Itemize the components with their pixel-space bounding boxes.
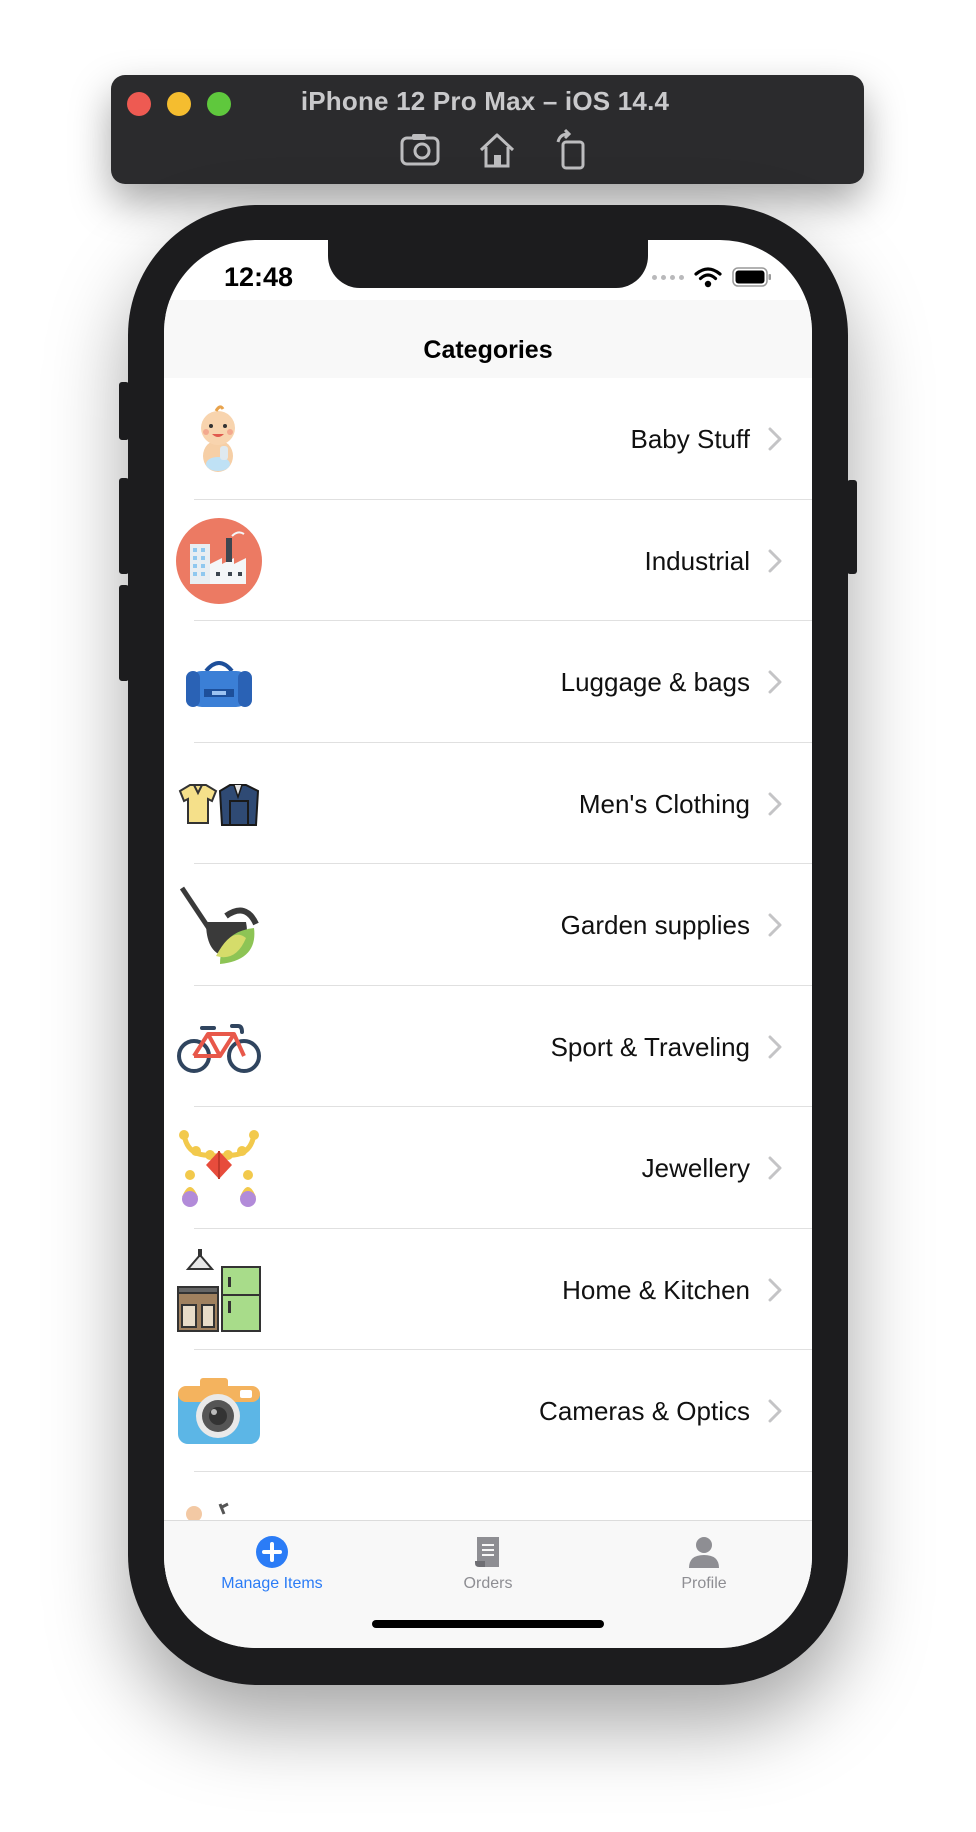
category-label: Sport & Traveling — [550, 1031, 750, 1062]
tab-label: Orders — [463, 1575, 513, 1592]
tab-label: Manage Items — [221, 1575, 323, 1592]
tab-label: Profile — [681, 1575, 727, 1592]
category-label: Industrial — [644, 545, 751, 576]
plus-circle-icon — [256, 1536, 288, 1568]
category-label: Home & Kitchen — [562, 1274, 750, 1305]
chevron-right-icon — [768, 1399, 782, 1423]
category-row-garden-supplies[interactable]: Garden supplies — [164, 864, 812, 986]
factory-icon — [176, 517, 262, 604]
minimize-window-button[interactable] — [167, 92, 191, 116]
category-row-home-kitchen[interactable]: Home & Kitchen — [164, 1228, 812, 1350]
home-icon[interactable] — [475, 128, 519, 172]
category-row-mens-clothing[interactable]: Men's Clothing — [164, 742, 812, 864]
category-row-cameras-optics[interactable]: Cameras & Optics — [164, 1350, 812, 1472]
chevron-right-icon — [768, 913, 782, 937]
category-row-baby-stuff[interactable]: Baby Stuff — [164, 378, 812, 500]
power-button — [847, 480, 857, 574]
categories-list[interactable]: Baby Stuff Industrial Luggage & bags Men… — [164, 378, 812, 1593]
camera-icon — [176, 1368, 262, 1454]
volume-down-button — [119, 585, 129, 681]
volume-up-button — [119, 478, 129, 574]
chevron-right-icon — [768, 670, 782, 694]
close-window-button[interactable] — [127, 92, 151, 116]
page-title: Categories — [423, 336, 553, 364]
watering-can-icon — [176, 882, 262, 968]
notch — [328, 240, 648, 288]
tab-manage-items[interactable]: Manage Items — [164, 1531, 380, 1593]
status-time: 12:48 — [224, 262, 294, 292]
category-label: Men's Clothing — [578, 788, 750, 819]
kitchen-icon — [176, 1247, 262, 1333]
battery-icon — [732, 267, 771, 287]
necklace-icon — [176, 1125, 262, 1211]
document-icon — [475, 1537, 499, 1567]
chevron-right-icon — [768, 1278, 782, 1301]
category-label: Garden supplies — [560, 910, 750, 940]
silent-switch — [119, 382, 129, 440]
home-indicator[interactable] — [372, 1620, 604, 1628]
chevron-right-icon — [768, 1156, 782, 1180]
category-row-industrial[interactable]: Industrial — [164, 499, 812, 621]
chevron-right-icon — [768, 549, 782, 572]
category-row-jewellery[interactable]: Jewellery — [164, 1107, 812, 1229]
category-label: Baby Stuff — [630, 424, 751, 454]
rotate-icon[interactable] — [550, 128, 594, 172]
tab-bar: Manage Items Orders Profile — [164, 1520, 812, 1648]
tab-profile[interactable]: Profile — [596, 1531, 812, 1593]
chevron-right-icon — [768, 792, 782, 815]
category-label: Cameras & Optics — [539, 1396, 750, 1426]
simulator-title: iPhone 12 Pro Max – iOS 14.4 — [300, 86, 670, 116]
tab-orders[interactable]: Orders — [380, 1531, 596, 1593]
zoom-window-button[interactable] — [207, 92, 231, 116]
bicycle-icon — [176, 1004, 262, 1090]
phone-screen: 12:48 Categories Baby Stuff Industrial L… — [164, 240, 812, 1648]
category-label: Jewellery — [641, 1153, 750, 1183]
baby-icon — [176, 396, 262, 482]
chevron-right-icon — [768, 1035, 782, 1058]
screenshot-icon[interactable] — [398, 128, 442, 172]
duffel-bag-icon — [176, 639, 262, 725]
person-icon — [689, 1537, 719, 1568]
shirt-jacket-icon — [176, 761, 262, 847]
wifi-icon — [694, 267, 722, 288]
status-indicators — [652, 266, 772, 288]
chevron-right-icon — [768, 427, 782, 451]
category-label: Luggage & bags — [560, 667, 750, 697]
signal-dots-icon — [652, 274, 684, 280]
category-row-sport-traveling[interactable]: Sport & Traveling — [164, 985, 812, 1107]
category-row-luggage-bags[interactable]: Luggage & bags — [164, 621, 812, 743]
